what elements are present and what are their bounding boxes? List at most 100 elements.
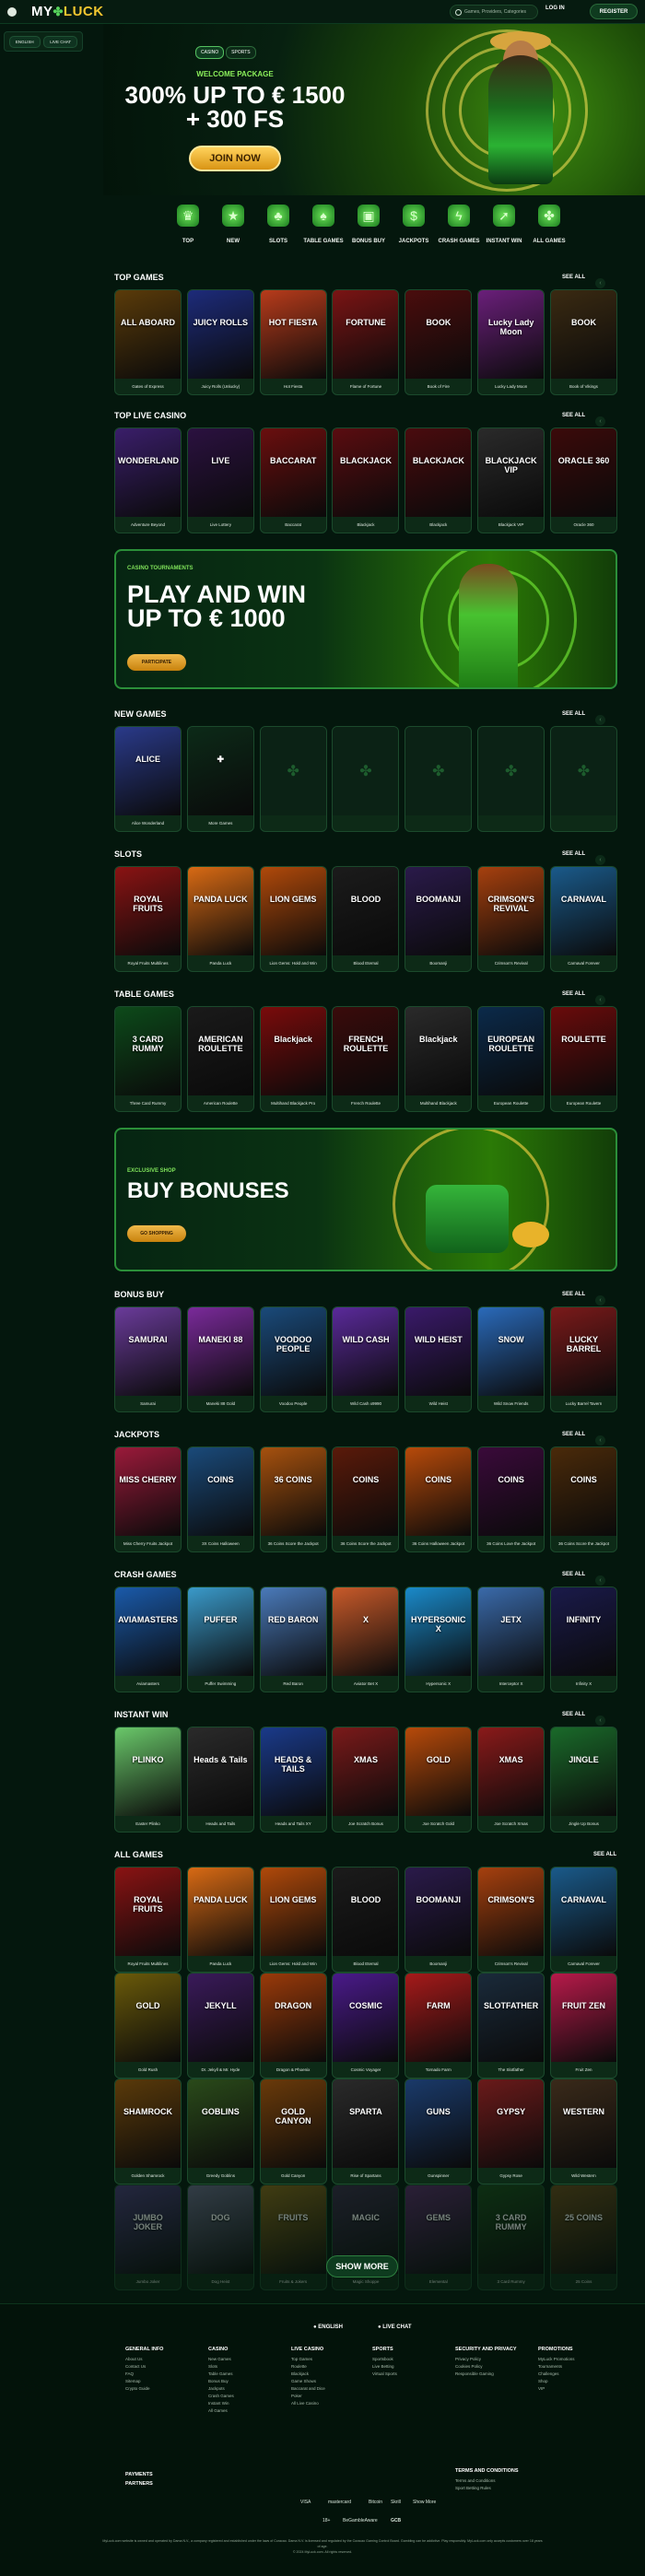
- game-thumbnail[interactable]: LION GEMS: [260, 867, 326, 955]
- game-thumbnail[interactable]: MANEKI 88: [187, 1307, 253, 1396]
- game-card[interactable]: ALICE Alice Wonderland: [114, 726, 182, 832]
- see-all-link[interactable]: SEE ALL: [562, 991, 585, 997]
- game-card[interactable]: BLACKJACK Blackjack: [405, 427, 473, 533]
- game-thumbnail[interactable]: 36 COINS: [260, 1447, 326, 1536]
- game-card[interactable]: COINS 36 Coins Score the Jackpot: [549, 1446, 617, 1552]
- see-all-link[interactable]: SEE ALL: [593, 1852, 616, 1857]
- game-thumbnail[interactable]: BOOK: [550, 290, 616, 379]
- game-thumbnail[interactable]: GOLD CANYON: [260, 2079, 326, 2168]
- chevron-left-icon[interactable]: ‹: [595, 715, 605, 725]
- game-card[interactable]: GOLD Gold Rush: [114, 1973, 182, 2078]
- footer-link[interactable]: Top Games: [291, 2356, 370, 2363]
- tab-casino[interactable]: CASINO: [195, 46, 225, 59]
- pay-show-more[interactable]: Show More: [413, 2500, 436, 2505]
- game-thumbnail[interactable]: BLACKJACK VIP: [478, 428, 545, 517]
- footer-link[interactable]: Roulette: [291, 2363, 370, 2371]
- chevron-left-icon[interactable]: ‹: [595, 995, 605, 1005]
- game-card[interactable]: LIVE Live Lottery: [186, 427, 254, 533]
- game-card[interactable]: XMAS Joe Scratch Xmas: [477, 1727, 545, 1832]
- game-card[interactable]: BLOOD Blood Eternal: [332, 1867, 400, 1973]
- game-thumbnail[interactable]: JINGLE: [550, 1727, 616, 1816]
- game-card[interactable]: BOOMANJI Boomanji: [405, 866, 473, 972]
- see-all-link[interactable]: SEE ALL: [562, 1712, 585, 1717]
- game-thumbnail[interactable]: INFINITY: [550, 1587, 616, 1676]
- game-thumbnail[interactable]: ALL ABOARD: [115, 290, 181, 379]
- game-card[interactable]: Lucky Lady Moon Lucky Lady Moon: [477, 289, 545, 395]
- game-thumbnail[interactable]: JETX: [478, 1587, 545, 1676]
- game-thumbnail[interactable]: BOOMANJI: [405, 867, 472, 955]
- go-shopping-button[interactable]: GO SHOPPING: [127, 1225, 186, 1242]
- game-thumbnail[interactable]: EUROPEAN ROULETTE: [478, 1007, 545, 1095]
- game-thumbnail[interactable]: FRENCH ROULETTE: [333, 1007, 399, 1095]
- footer-link[interactable]: Shop: [538, 2378, 617, 2385]
- game-card[interactable]: MISS CHERRY Miss Cherry Fruits Jackpot: [114, 1446, 182, 1552]
- game-card[interactable]: DOG Dog Heist: [186, 2184, 254, 2290]
- game-card[interactable]: FORTUNE Flame of Fortune: [332, 289, 400, 395]
- game-card[interactable]: WONDERLAND Adventure Beyond: [114, 427, 182, 533]
- payments-link[interactable]: PAYMENTS: [125, 2472, 205, 2477]
- game-thumbnail[interactable]: FRUITS: [260, 2185, 326, 2274]
- footer-link[interactable]: Virtual Sports: [372, 2371, 452, 2378]
- footer-link[interactable]: Instant Win: [208, 2400, 287, 2407]
- footer-link[interactable]: Baccarat and Dice: [291, 2385, 370, 2393]
- game-thumbnail[interactable]: COINS: [187, 1447, 253, 1536]
- live-chat-button[interactable]: LIVE CHAT: [43, 35, 78, 48]
- game-thumbnail[interactable]: Lucky Lady Moon: [478, 290, 545, 379]
- chevron-left-icon[interactable]: ‹: [595, 1295, 605, 1306]
- footer-link[interactable]: Slots: [208, 2363, 287, 2371]
- game-thumbnail[interactable]: CRIMSON'S REVIVAL: [478, 867, 545, 955]
- chevron-left-icon[interactable]: ‹: [595, 1435, 605, 1446]
- game-thumbnail[interactable]: RED BARON: [260, 1587, 326, 1676]
- game-thumbnail[interactable]: ✚: [187, 727, 253, 815]
- game-card[interactable]: PUFFER Puffer Swimming: [186, 1587, 254, 1692]
- see-all-link[interactable]: SEE ALL: [562, 1572, 585, 1577]
- join-now-button[interactable]: JOIN NOW: [189, 146, 281, 171]
- footer-link[interactable]: All Games: [208, 2407, 287, 2415]
- game-thumbnail[interactable]: FARM: [405, 1973, 472, 2062]
- game-card[interactable]: JUMBO JOKER Jumbo Joker: [114, 2184, 182, 2290]
- game-card[interactable]: HEADS & TAILS Heads and Tails XY: [259, 1727, 327, 1832]
- game-card[interactable]: COSMIC Cosmic Voyager: [332, 1973, 400, 2078]
- see-all-link[interactable]: SEE ALL: [562, 413, 585, 418]
- game-thumbnail[interactable]: BLOOD: [333, 1868, 399, 1956]
- game-thumbnail[interactable]: HYPERSONIC X: [405, 1587, 472, 1676]
- game-thumbnail[interactable]: BLOOD: [333, 867, 399, 955]
- show-more-button[interactable]: SHOW MORE: [326, 2255, 398, 2277]
- footer-link[interactable]: Tournaments: [538, 2363, 617, 2371]
- game-card[interactable]: AMERICAN ROULETTE American Roulette: [186, 1006, 254, 1112]
- game-thumbnail[interactable]: ORACLE 360: [550, 428, 616, 517]
- game-thumbnail[interactable]: ROYAL FRUITS: [115, 867, 181, 955]
- game-thumbnail[interactable]: BACCARAT: [260, 428, 326, 517]
- game-thumbnail[interactable]: WILD CASH: [333, 1307, 399, 1396]
- game-thumbnail[interactable]: DOG: [187, 2185, 253, 2274]
- game-card[interactable]: FRUIT ZEN Fruit Zen: [549, 1973, 617, 2078]
- game-card[interactable]: PLINKO Easter Plinko: [114, 1727, 182, 1832]
- game-thumbnail[interactable]: MISS CHERRY: [115, 1447, 181, 1536]
- game-card[interactable]: JEKYLL Dr. Jekyll & Mr. Hyde: [186, 1973, 254, 2078]
- game-card[interactable]: JETX Interceptor X: [477, 1587, 545, 1692]
- chevron-left-icon[interactable]: ‹: [595, 1575, 605, 1586]
- game-card[interactable]: PANDA LUCK Panda Luck: [186, 866, 254, 972]
- game-thumbnail[interactable]: ALICE: [115, 727, 181, 815]
- game-thumbnail[interactable]: COINS: [333, 1447, 399, 1536]
- game-card[interactable]: JINGLE Jingle Up Bonus: [549, 1727, 617, 1832]
- game-card[interactable]: Blackjack Multihand Blackjack Pro: [259, 1006, 327, 1112]
- game-thumbnail[interactable]: SNOW: [478, 1307, 545, 1396]
- footer-link[interactable]: Live Betting: [372, 2363, 452, 2371]
- footer-link[interactable]: About Us: [125, 2356, 205, 2363]
- game-thumbnail[interactable]: SLOTFATHER: [478, 1973, 545, 2062]
- see-all-link[interactable]: SEE ALL: [562, 1432, 585, 1437]
- search-box[interactable]: [450, 5, 538, 19]
- category-crash-games[interactable]: ϟ CRASH GAMES: [437, 205, 481, 247]
- game-thumbnail[interactable]: CARNAVAL: [550, 867, 616, 955]
- game-card[interactable]: SHAMROCK Golden Shamrock: [114, 2078, 182, 2184]
- game-card[interactable]: WILD HEIST Wild Heist: [405, 1306, 473, 1412]
- game-card[interactable]: BOOMANJI Boomanji: [405, 1867, 473, 1973]
- footer-link[interactable]: All Live Casino: [291, 2400, 370, 2407]
- game-thumbnail[interactable]: Blackjack: [405, 1007, 472, 1095]
- game-thumbnail[interactable]: HEADS & TAILS: [260, 1727, 326, 1816]
- footer-link[interactable]: VIP: [538, 2385, 617, 2393]
- game-card[interactable]: GEMS Elemental: [405, 2184, 473, 2290]
- game-card[interactable]: Heads & Tails Heads and Tails: [186, 1727, 254, 1832]
- game-thumbnail[interactable]: XMAS: [478, 1727, 545, 1816]
